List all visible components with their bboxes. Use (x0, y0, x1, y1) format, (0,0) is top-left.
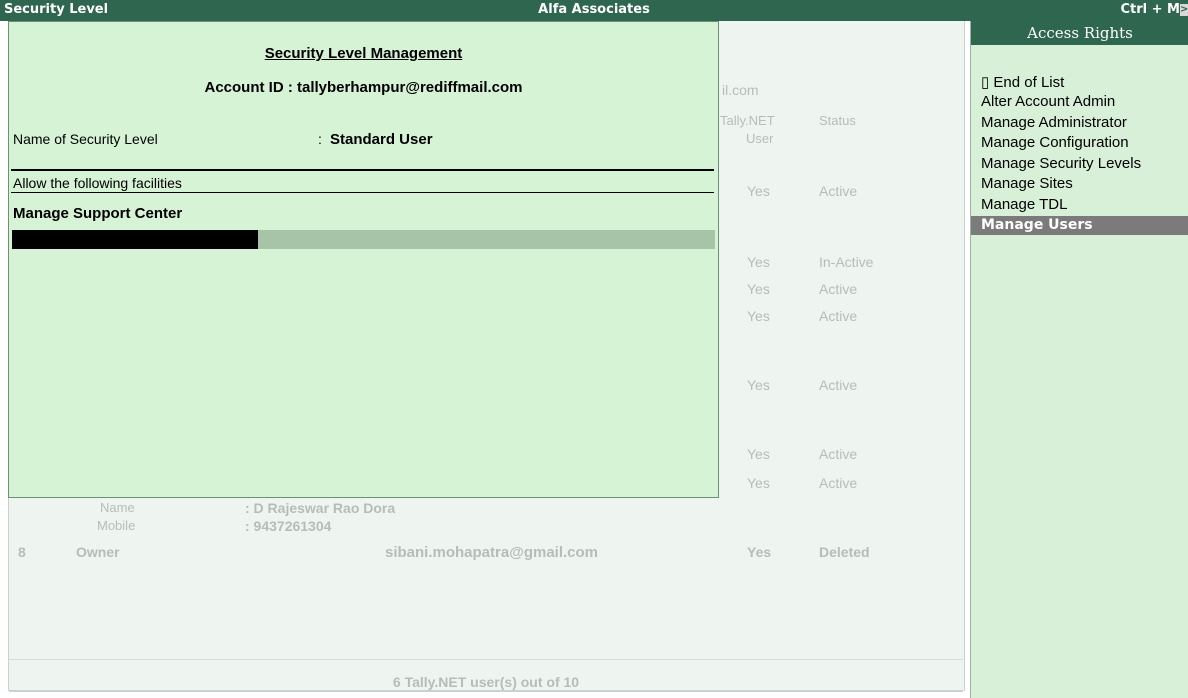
bg-email-fragment: il.com (722, 82, 759, 98)
bg-detail-mobile-label: Mobile (97, 518, 136, 533)
bg-row-tally: Yes (747, 254, 770, 270)
access-item-manage-administrator[interactable]: Manage Administrator (981, 114, 1127, 131)
allow-facilities-heading: Allow the following facilities (13, 175, 182, 191)
bg-row-tally: Yes (747, 475, 770, 491)
bg-row-status: Active (819, 308, 858, 324)
access-item-manage-configuration[interactable]: Manage Configuration (981, 134, 1129, 151)
bg-row-tally: Yes (747, 281, 770, 297)
security-level-name-colon: : (318, 131, 322, 147)
shortcut-ctrl-m[interactable]: Ctrl + M (1120, 2, 1180, 17)
access-item-alter-account-admin[interactable]: Alter Account Admin (981, 93, 1115, 110)
bg-row8-role: Owner (76, 544, 120, 560)
bg-col-tally-net: Tally.NET (720, 113, 775, 128)
bg-row-status: Active (819, 377, 858, 393)
bg-row-status: Active (819, 281, 858, 297)
bg-row-status: Active (819, 475, 858, 491)
bg-row-tally: Yes (747, 308, 770, 324)
bg-row-status: Active (819, 183, 858, 199)
security-level-name-label: Name of Security Level (13, 131, 158, 147)
bg-row-status: Active (819, 446, 858, 462)
account-id: Account ID : tallyberhampur@rediffmail.c… (204, 79, 523, 96)
access-item-manage-sites[interactable]: Manage Sites (981, 175, 1073, 192)
bg-footer-divider (9, 659, 963, 660)
divider-top (11, 169, 714, 171)
access-item-manage-security-levels[interactable]: Manage Security Levels (981, 155, 1141, 172)
title-bar: Security Level Alfa Associates Ctrl + M … (0, 0, 1188, 21)
bg-row8-num: 8 (18, 544, 26, 560)
access-rights-panel: Access Rights ▯ End of List Alter Accoun… (970, 21, 1188, 698)
company-name: Alfa Associates (538, 2, 650, 17)
bottom-border (9, 690, 963, 692)
bg-footer-count: 6 Tally.NET user(s) out of 10 (392, 674, 580, 690)
security-level-dialog: Security Level Management Account ID : t… (8, 21, 719, 498)
bg-row8-tally: Yes (747, 544, 772, 560)
access-rights-header: Access Rights (971, 21, 1188, 45)
bg-detail-name-label: Name (100, 500, 135, 515)
chevron-right-icon[interactable]: > (1180, 4, 1188, 16)
access-item-manage-tdl[interactable]: Manage TDL (981, 196, 1067, 213)
bg-col-status: Status (819, 113, 856, 128)
bg-row-tally: Yes (747, 377, 770, 393)
dialog-title: Security Level Management (9, 45, 718, 62)
access-item-end-of-list[interactable]: ▯ End of List (981, 73, 1064, 91)
bg-detail-name-value: : D Rajeswar Rao Dora (245, 500, 396, 516)
bg-row8-email: sibani.mohapatra@gmail.com (385, 544, 599, 561)
dialog-title-text: Security Level Management (264, 45, 463, 62)
bg-row-tally: Yes (747, 446, 770, 462)
security-level-name-field[interactable]: Standard User (330, 131, 433, 148)
bg-detail-mobile-value: : 9437261304 (245, 518, 332, 534)
facility-input-cursor (12, 230, 259, 249)
facility-manage-support-center[interactable]: Manage Support Center (13, 205, 182, 222)
divider-under-heading (11, 192, 714, 193)
access-item-manage-users[interactable]: Manage Users (971, 216, 1188, 235)
bg-row-status: In-Active (819, 254, 874, 270)
bg-col-tally-net-user: User (746, 131, 774, 146)
bg-row8-status: Deleted (819, 544, 870, 560)
bg-row-tally: Yes (747, 183, 770, 199)
facility-input-field[interactable] (12, 230, 715, 249)
